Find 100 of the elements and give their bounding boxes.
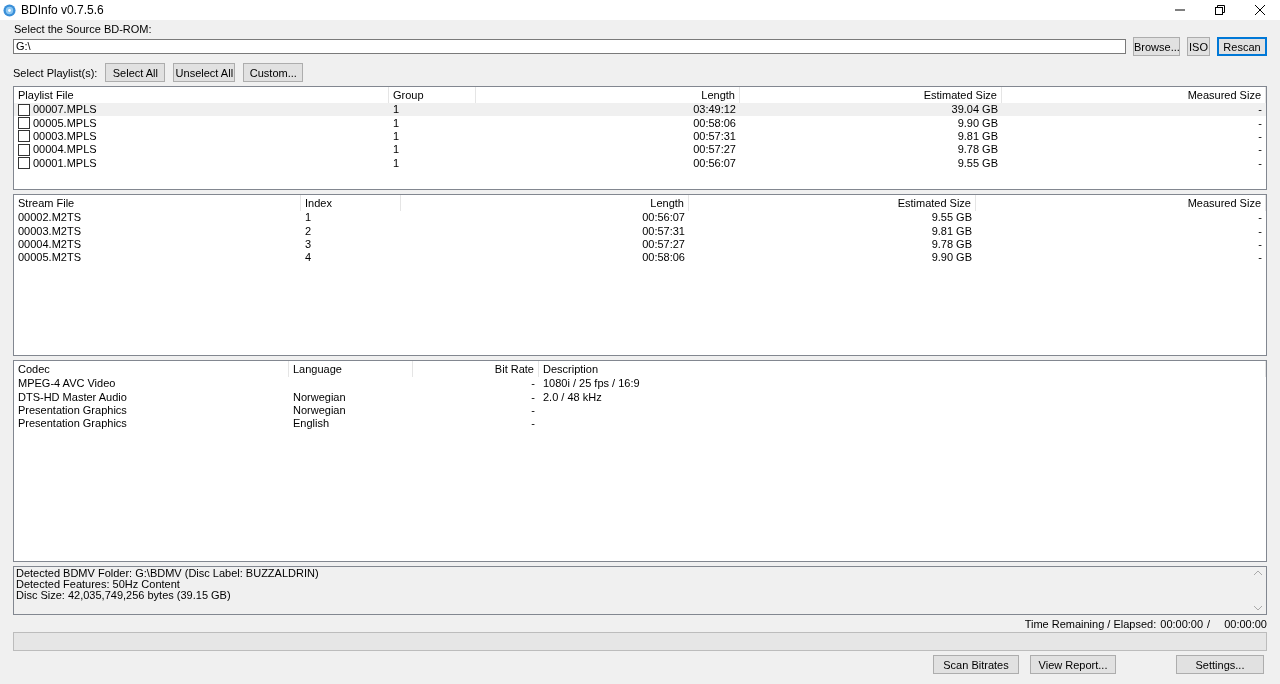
table-cell: 4 [305,251,312,265]
table-cell: 9.78 GB [931,237,972,251]
table-row[interactable]: Presentation Graphics English - [14,417,1266,431]
table-cell: 1 [393,156,400,170]
info-line: Detected BDMV Folder: G:\BDMV (Disc Label: BUZZALDRIN) [16,568,320,579]
column-header[interactable]: Stream File [14,195,301,211]
table-cell: 9.55 GB [931,211,972,225]
table-cell: Presentation Graphics [18,417,127,431]
table-cell: 1 [393,116,400,130]
disc-icon [3,3,16,17]
table-cell: MPEG-4 AVC Video [18,377,116,391]
table-cell: 00005.MPLS [33,116,97,130]
toolbar-button[interactable]: Rescan [1217,37,1267,56]
table-row[interactable]: 00007.MPLS 1 03:49:12 39.04 GB - [14,103,1266,117]
table-cell: 2.0 / 48 kHz [543,390,602,404]
checkbox[interactable] [18,103,30,116]
table-cell: 00:56:07 [693,156,736,170]
report-button[interactable]: View Report... [1030,655,1116,674]
table-row[interactable]: 00003.M2TS 2 00:57:31 9.81 GB - [14,224,1266,238]
table-row[interactable]: 00003.MPLS 1 00:57:31 9.81 GB - [14,129,1266,144]
table-cell: 00:58:06 [693,116,736,130]
table-row[interactable]: 00004.MPLS 1 00:57:27 9.78 GB - [14,143,1266,157]
table-cell: - [531,377,535,391]
column-header[interactable]: Index [301,195,401,211]
path-field[interactable]: G:\ [13,39,1126,54]
restore-icon[interactable] [1215,5,1225,15]
column-header[interactable]: Estimated Size [689,195,976,211]
table-cell: 00003.M2TS [18,224,81,238]
settings-button[interactable]: Settings... [1176,655,1264,674]
table-cell: 00:57:27 [642,237,685,251]
table-row[interactable]: Presentation Graphics Norwegian - [14,403,1266,418]
table-row[interactable]: MPEG-4 AVC Video - 1080i / 25 fps / 16:9 [14,377,1266,391]
table-row[interactable]: 00001.MPLS 1 00:56:07 9.55 GB - [14,156,1266,170]
table-cell: 1 [305,211,312,225]
column-header[interactable]: Language [289,361,413,377]
column-header[interactable]: Length [401,195,689,211]
table-cell: 00004.M2TS [18,237,81,251]
table-cell: - [1258,224,1262,238]
time-remaining: 00:00:00 [1160,618,1204,631]
checkbox[interactable] [18,143,30,156]
select-button[interactable]: Unselect All [173,63,236,82]
table-cell: Presentation Graphics [18,403,127,417]
table-cell: 2 [305,224,312,238]
checkbox[interactable] [18,117,30,130]
table-cell: 1 [393,103,400,117]
column-header[interactable]: Bit Rate [413,361,539,377]
table-cell: - [1258,129,1262,143]
scan-button[interactable]: Scan Bitrates [933,655,1019,674]
time-elapsed: 00:00:00 [1224,618,1267,631]
table-cell: Norwegian [293,390,346,404]
table-cell: - [1258,211,1262,225]
time-label: Time Remaining / Elapsed: [1024,618,1157,631]
select-button[interactable]: Custom... [243,63,304,82]
table-cell: 00003.MPLS [33,129,97,143]
table-cell: - [1258,237,1262,251]
table-cell: 00:57:31 [642,224,685,238]
column-header[interactable]: Description [539,361,1266,377]
table-cell: 9.90 GB [931,251,972,265]
checkbox[interactable] [18,157,30,170]
window-title: BDInfo v0.7.5.6 [21,3,105,17]
table-cell: Norwegian [293,403,346,417]
table-cell: 39.04 GB [951,103,998,117]
table-cell: 9.81 GB [957,129,998,143]
table-cell: 00:57:31 [693,129,736,143]
table-cell: - [531,390,535,404]
table-cell: 9.78 GB [957,143,998,157]
toolbar-button[interactable]: ISO [1187,37,1210,56]
table-cell: - [1258,156,1262,170]
select-button[interactable]: Select All [105,63,166,82]
source-label: Select the Source BD-ROM: [14,23,152,36]
table-cell: 1 [393,129,400,143]
info-line: Disc Size: 42,035,749,256 bytes (39.15 GB) [16,590,232,601]
table-row[interactable]: 00002.M2TS 1 00:56:07 9.55 GB - [14,211,1266,225]
table-cell: 00001.MPLS [33,156,97,170]
column-header[interactable]: Measured Size [976,195,1266,211]
table-cell: 9.90 GB [957,116,998,130]
table-cell: English [293,417,330,431]
table-cell: - [1258,103,1262,117]
playlist-label: Select Playlist(s): [13,66,98,79]
table-cell: 00007.MPLS [33,103,97,117]
checkbox[interactable] [18,130,30,143]
info-line: Detected Features: 50Hz Content [16,579,181,590]
column-header[interactable]: Codec [14,361,289,377]
table-cell: 00005.M2TS [18,251,81,265]
table-row[interactable]: 00004.M2TS 3 00:57:27 9.78 GB - [14,237,1266,252]
table-cell: 9.81 GB [931,224,972,238]
table-cell: 00:56:07 [642,211,685,225]
close-icon[interactable] [1255,5,1265,15]
table-row[interactable]: DTS-HD Master Audio Norwegian - 2.0 / 48 kHz [14,390,1266,404]
table-cell: 1080i / 25 fps / 16:9 [543,377,640,391]
table-cell: - [1258,143,1262,157]
table-cell: - [1258,116,1262,130]
table-cell: - [1258,251,1262,265]
table-cell: 00:57:27 [693,143,736,157]
table-cell: 00004.MPLS [33,143,97,157]
table-cell: - [531,417,535,431]
table-row[interactable]: 00005.M2TS 4 00:58:06 9.90 GB - [14,251,1266,265]
table-row[interactable]: 00005.MPLS 1 00:58:06 9.90 GB - [14,116,1266,130]
toolbar-button[interactable]: Browse... [1133,37,1180,56]
table-cell: 9.55 GB [957,156,998,170]
